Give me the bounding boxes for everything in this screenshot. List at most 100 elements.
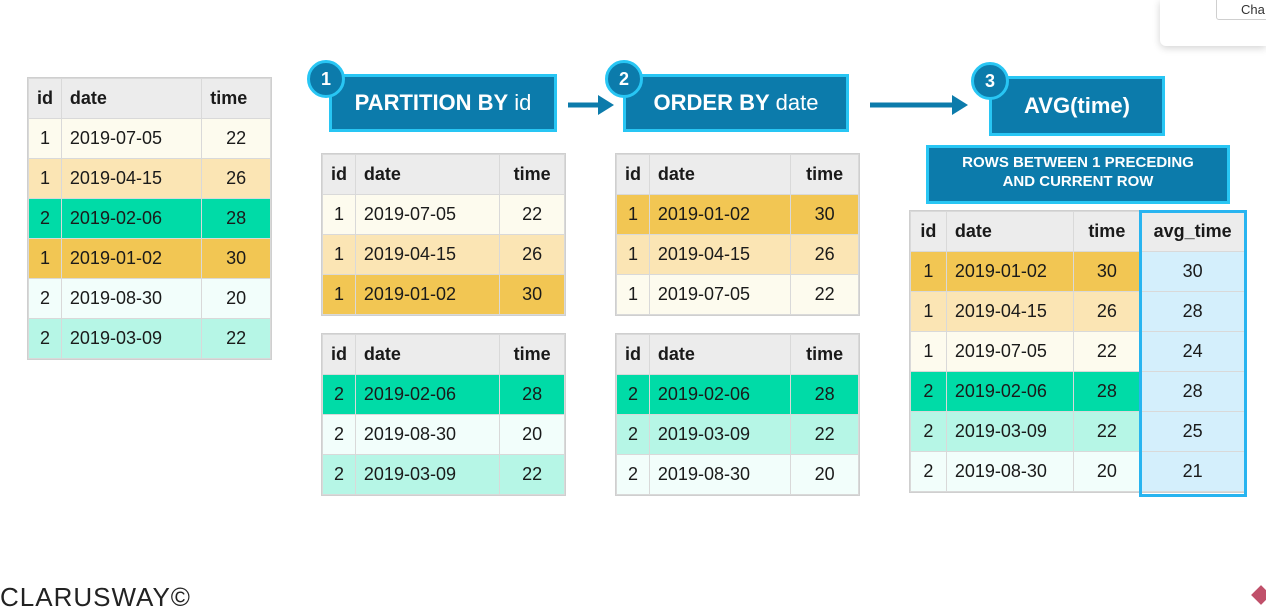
cell-id: 2 xyxy=(616,454,650,495)
cell-time: 20 xyxy=(790,454,859,495)
cell-date: 2019-02-06 xyxy=(354,374,501,415)
cell-id: 1 xyxy=(28,118,62,159)
cell-date: 2019-03-09 xyxy=(60,318,203,359)
cell-id: 1 xyxy=(616,274,650,315)
table-row: 2 2019-02-06 28 xyxy=(322,374,565,415)
cell-time: 20 xyxy=(1073,451,1141,492)
table-row: 1 2019-07-05 22 xyxy=(28,118,271,159)
cell-id: 1 xyxy=(910,331,947,372)
table-header-row: id date time xyxy=(28,78,271,119)
cell-date: 2019-01-02 xyxy=(60,238,203,279)
header-date: date xyxy=(60,78,203,119)
cell-date: 2019-07-05 xyxy=(354,194,501,235)
cell-avg-time: 28 xyxy=(1139,291,1246,332)
table-header-row: id date time xyxy=(616,334,859,375)
source-table: id date time 1 2019-07-05 22 1 2019-04-1… xyxy=(28,78,271,359)
result-table: id date time avg_time 1 2019-01-02 30 30… xyxy=(910,211,1246,492)
table-header-row: id date time xyxy=(616,154,859,195)
cell-time: 22 xyxy=(499,454,565,495)
table-row: 1 2019-01-02 30 xyxy=(28,238,271,279)
table-row: 2 2019-08-30 20 xyxy=(616,454,859,495)
cell-date: 2019-08-30 xyxy=(354,414,501,455)
header-id: id xyxy=(322,334,356,375)
header-date: date xyxy=(354,334,501,375)
table-row: 1 2019-07-05 22 24 xyxy=(910,331,1246,372)
step-argument: date xyxy=(775,90,819,115)
cell-id: 1 xyxy=(28,238,62,279)
table-row: 2 2019-08-30 20 xyxy=(28,278,271,319)
corner-button[interactable]: Cha xyxy=(1216,0,1266,20)
cell-time: 30 xyxy=(201,238,271,279)
table-row: 1 2019-01-02 30 xyxy=(322,274,565,315)
cell-time: 22 xyxy=(201,318,271,359)
header-time: time xyxy=(1073,211,1141,252)
cell-time: 20 xyxy=(201,278,271,319)
frame-clause-box: ROWS BETWEEN 1 PRECEDING AND CURRENT ROW xyxy=(926,145,1230,204)
header-date: date xyxy=(354,154,501,195)
header-date: date xyxy=(648,154,792,195)
cell-id: 2 xyxy=(28,198,62,239)
cell-avg-time: 24 xyxy=(1139,331,1246,372)
header-id: id xyxy=(616,334,650,375)
step-partition-by: PARTITION BY id xyxy=(329,74,557,132)
cell-id: 1 xyxy=(910,251,947,292)
cell-id: 1 xyxy=(322,234,356,275)
header-time: time xyxy=(790,154,859,195)
cell-date: 2019-04-15 xyxy=(945,291,1075,332)
header-time: time xyxy=(499,154,565,195)
step-keyword: PARTITION BY xyxy=(354,90,509,115)
cell-time: 28 xyxy=(201,198,271,239)
cell-date: 2019-08-30 xyxy=(648,454,792,495)
corner-decoration xyxy=(1251,585,1266,605)
cell-date: 2019-01-02 xyxy=(945,251,1075,292)
cell-date: 2019-07-05 xyxy=(648,274,792,315)
cell-id: 1 xyxy=(616,194,650,235)
cell-time: 22 xyxy=(790,274,859,315)
ordered-1-table: id date time 1 2019-01-02 30 1 2019-04-1… xyxy=(616,154,859,315)
cell-id: 2 xyxy=(322,414,356,455)
frame-clause-line-1: ROWS BETWEEN 1 PRECEDING xyxy=(962,154,1194,171)
cell-time: 22 xyxy=(790,414,859,455)
cell-date: 2019-02-06 xyxy=(648,374,792,415)
cell-date: 2019-07-05 xyxy=(60,118,203,159)
cell-id: 2 xyxy=(910,451,947,492)
cell-date: 2019-04-15 xyxy=(648,234,792,275)
cell-id: 1 xyxy=(322,274,356,315)
cell-time: 26 xyxy=(201,158,271,199)
step-avg-time: AVG(time) xyxy=(989,76,1165,136)
cell-date: 2019-02-06 xyxy=(60,198,203,239)
cell-date: 2019-08-30 xyxy=(945,451,1075,492)
frame-clause-line-2: AND CURRENT ROW xyxy=(1002,173,1154,190)
step-number-badge: 3 xyxy=(971,62,1009,100)
step-number-badge: 1 xyxy=(307,60,345,98)
arrow-right-icon xyxy=(870,95,968,115)
cell-time: 30 xyxy=(499,274,565,315)
header-id: id xyxy=(28,78,62,119)
cell-date: 2019-04-15 xyxy=(354,234,501,275)
cell-avg-time: 30 xyxy=(1139,251,1246,292)
table-row: 2 2019-02-06 28 xyxy=(28,198,271,239)
table-row: 1 2019-04-15 26 xyxy=(616,234,859,275)
brand-logo: CLARUSWAY© xyxy=(0,582,191,612)
cell-time: 30 xyxy=(1073,251,1141,292)
cell-id: 1 xyxy=(910,291,947,332)
header-date: date xyxy=(648,334,792,375)
cell-id: 2 xyxy=(28,318,62,359)
header-date: date xyxy=(945,211,1075,252)
cell-id: 1 xyxy=(28,158,62,199)
table-row: 2 2019-08-30 20 21 xyxy=(910,451,1246,492)
step-number-badge: 2 xyxy=(605,60,643,98)
header-time: time xyxy=(790,334,859,375)
cell-time: 28 xyxy=(499,374,565,415)
cell-id: 2 xyxy=(616,374,650,415)
cell-id: 1 xyxy=(322,194,356,235)
table-row: 1 2019-07-05 22 xyxy=(616,274,859,315)
cell-time: 22 xyxy=(1073,411,1141,452)
cell-time: 26 xyxy=(1073,291,1141,332)
cell-id: 2 xyxy=(910,411,947,452)
table-row: 2 2019-03-09 22 xyxy=(28,318,271,359)
step-argument: id xyxy=(514,90,532,115)
table-row: 2 2019-02-06 28 28 xyxy=(910,371,1246,412)
header-time: time xyxy=(201,78,271,119)
partition-2-table: id date time 2 2019-02-06 28 2 2019-08-3… xyxy=(322,334,565,495)
